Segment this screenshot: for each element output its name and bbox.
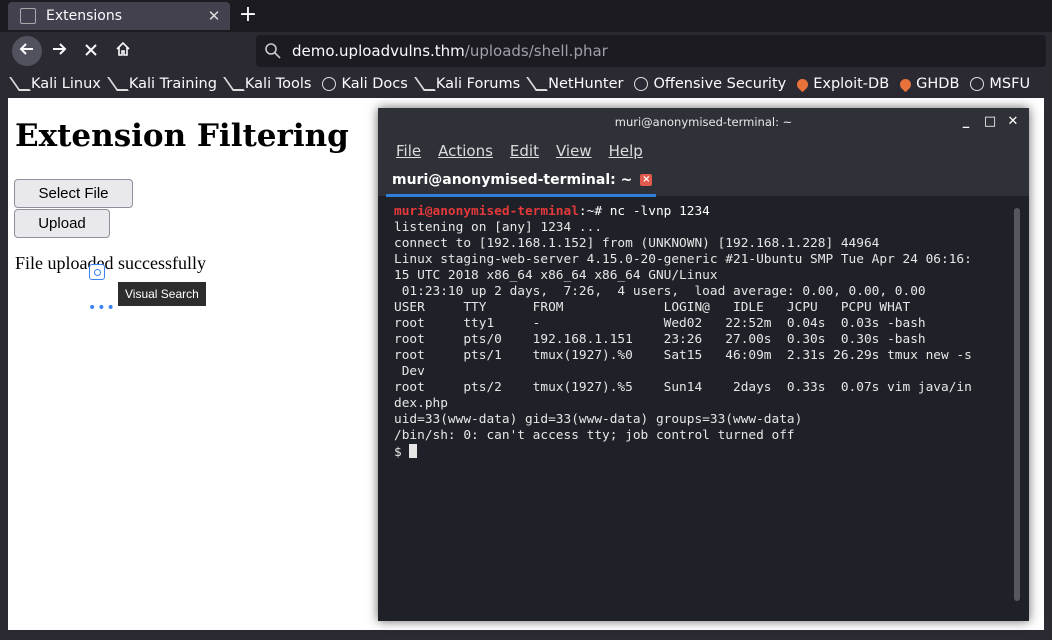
bookmark-offensive-security[interactable]: Offensive Security: [634, 76, 786, 92]
menu-actions[interactable]: Actions: [438, 142, 493, 160]
tab-title: Extensions: [46, 8, 123, 24]
navigation-toolbar: demo.uploadvulns.thm/uploads/shell.phar: [0, 32, 1052, 70]
prompt-user: muri@anonymised-terminal: [394, 204, 579, 219]
more-options-icon[interactable]: •••: [88, 300, 116, 316]
terminal-tab-label: muri@anonymised-terminal: ~: [392, 172, 633, 188]
terminal-scrollbar[interactable]: [1014, 208, 1020, 601]
forward-arrow-icon: [53, 43, 67, 55]
select-file-button[interactable]: Select File: [14, 179, 133, 208]
exploit-db-icon: [794, 76, 811, 92]
terminal-window: muri@anonymised-terminal: ~ _ □ ✕ File A…: [378, 108, 1029, 621]
page-heading: Extension Filtering: [15, 118, 349, 154]
forward-button[interactable]: [44, 36, 74, 66]
visual-search-icon[interactable]: [89, 264, 105, 280]
bookmark-kali-training[interactable]: Kali Training: [106, 76, 217, 92]
close-window-icon[interactable]: ✕: [1004, 108, 1022, 136]
terminal-menu-bar: File Actions Edit View Help: [378, 136, 1029, 166]
home-button[interactable]: [108, 36, 138, 66]
terminal-tab[interactable]: muri@anonymised-terminal: ~ ×: [386, 166, 657, 197]
terminal-cursor: [409, 444, 418, 458]
kali-dragon-icon: [413, 77, 436, 91]
bookmark-kali-tools[interactable]: Kali Tools: [223, 76, 311, 92]
terminal-output[interactable]: muri@anonymised-terminal:~# nc -lvnp 123…: [394, 204, 1004, 461]
close-tab-icon[interactable]: ×: [640, 174, 653, 186]
url-text[interactable]: demo.uploadvulns.thm/uploads/shell.phar: [292, 42, 608, 60]
prompt-command: :~# nc -lvnp 1234: [578, 204, 710, 219]
exploit-db-icon: [897, 76, 914, 92]
upload-button[interactable]: Upload: [14, 209, 110, 238]
maximize-icon[interactable]: □: [981, 108, 999, 136]
new-tab-button[interactable]: +: [236, 3, 260, 27]
kali-dragon-icon: [106, 77, 129, 91]
menu-help[interactable]: Help: [609, 142, 643, 160]
terminal-title-bar: muri@anonymised-terminal: ~: [378, 108, 1029, 136]
kali-dragon-icon: [223, 77, 245, 91]
browser-tab-extensions[interactable]: Extensions ✕: [8, 2, 230, 30]
stop-loading-button[interactable]: [76, 36, 106, 66]
bookmarks-toolbar: Kali Linux Kali Training Kali Tools Kali…: [0, 70, 1052, 98]
home-icon: [116, 41, 130, 56]
upload-status-message: File uploaded successfully: [15, 253, 206, 273]
back-arrow-icon: [19, 43, 33, 55]
kali-dragon-icon: [526, 77, 549, 91]
bookmark-kali-docs[interactable]: Kali Docs: [322, 76, 408, 92]
tab-close-icon[interactable]: ✕: [204, 7, 224, 25]
menu-view[interactable]: View: [556, 142, 592, 160]
visual-search-tooltip: Visual Search: [118, 282, 206, 306]
globe-icon: [634, 77, 649, 91]
globe-icon: [322, 77, 337, 91]
bookmark-nethunter[interactable]: NetHunter: [526, 76, 623, 92]
bookmark-ghdb[interactable]: GHDB: [897, 76, 959, 92]
menu-edit[interactable]: Edit: [510, 142, 539, 160]
terminal-tab-strip: muri@anonymised-terminal: ~ ×: [378, 166, 1029, 197]
bookmark-kali-linux[interactable]: Kali Linux: [9, 76, 101, 92]
kali-dragon-icon: [9, 77, 31, 91]
shell-prompt: $: [394, 445, 410, 460]
bookmark-kali-forums[interactable]: Kali Forums: [413, 76, 520, 92]
globe-icon: [970, 77, 985, 91]
browser-tab-strip: Extensions ✕ +: [0, 0, 1052, 32]
url-bar[interactable]: demo.uploadvulns.thm/uploads/shell.phar: [256, 35, 1046, 67]
command-output: listening on [any] 1234 ... connect to […: [394, 220, 972, 443]
close-x-icon: [85, 44, 97, 56]
page-favicon-icon: [20, 8, 36, 24]
bookmark-exploit-db[interactable]: Exploit-DB: [794, 76, 889, 92]
bookmark-msfu[interactable]: MSFU: [970, 76, 1030, 92]
search-icon: [265, 43, 281, 59]
terminal-window-title: muri@anonymised-terminal: ~: [614, 115, 793, 129]
minimize-icon[interactable]: _: [957, 108, 975, 136]
menu-file[interactable]: File: [396, 142, 421, 160]
back-button[interactable]: [12, 36, 42, 66]
